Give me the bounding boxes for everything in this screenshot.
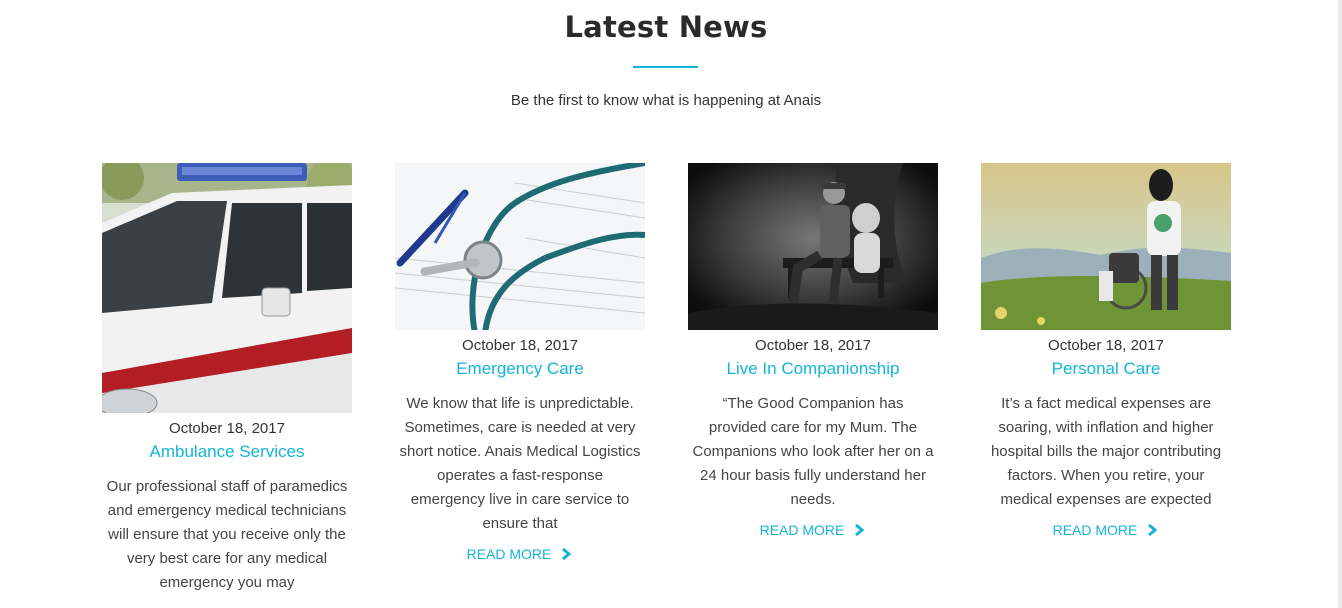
post-date: October 18, 2017: [1048, 337, 1164, 354]
post-date: October 18, 2017: [462, 337, 578, 354]
section-title: Latest News: [564, 10, 768, 44]
read-more-label: READ MORE: [1052, 522, 1138, 538]
post-title-link[interactable]: Emergency Care: [395, 358, 645, 380]
post-title-link[interactable]: Ambulance Services: [102, 441, 352, 463]
section-subtitle: Be the first to know what is happening a…: [510, 92, 822, 109]
page-scrollbar[interactable]: [1338, 0, 1342, 608]
post-excerpt: We know that life is unpredictable. Some…: [399, 395, 641, 532]
news-card-companionship: October 18, 2017 Live In Companionship “…: [688, 163, 938, 540]
post-excerpt: It’s a fact medical expenses are soaring…: [990, 395, 1222, 508]
stethoscope-photo[interactable]: [395, 163, 645, 330]
read-more-link[interactable]: READ MORE: [1053, 522, 1160, 538]
news-card-ambulance: October 18, 2017 Ambulance Services Our …: [102, 163, 352, 595]
post-title-link[interactable]: Live In Companionship: [688, 358, 938, 380]
news-card-personal-care: October 18, 2017 Personal Care It’s a fa…: [981, 163, 1231, 540]
chevron-right-icon: [1145, 523, 1159, 537]
read-more-link[interactable]: READ MORE: [760, 522, 867, 538]
post-date: October 18, 2017: [169, 420, 285, 437]
chevron-right-icon: [852, 523, 866, 537]
post-date: October 18, 2017: [755, 337, 871, 354]
chevron-right-icon: [559, 547, 573, 561]
post-excerpt: Our professional staff of paramedics and…: [106, 478, 348, 591]
wheelchair-caregiver-photo[interactable]: [981, 163, 1231, 330]
post-title-link[interactable]: Personal Care: [981, 358, 1231, 380]
read-more-label: READ MORE: [466, 546, 552, 562]
read-more-label: READ MORE: [759, 522, 845, 538]
title-underline: [633, 66, 698, 68]
post-excerpt: “The Good Companion has provided care fo…: [692, 395, 934, 508]
news-card-emergency-care: October 18, 2017 Emergency Care We know …: [395, 163, 645, 564]
ambulance-photo[interactable]: [102, 163, 352, 413]
elderly-couple-photo[interactable]: [688, 163, 938, 330]
read-more-link[interactable]: READ MORE: [467, 546, 574, 562]
